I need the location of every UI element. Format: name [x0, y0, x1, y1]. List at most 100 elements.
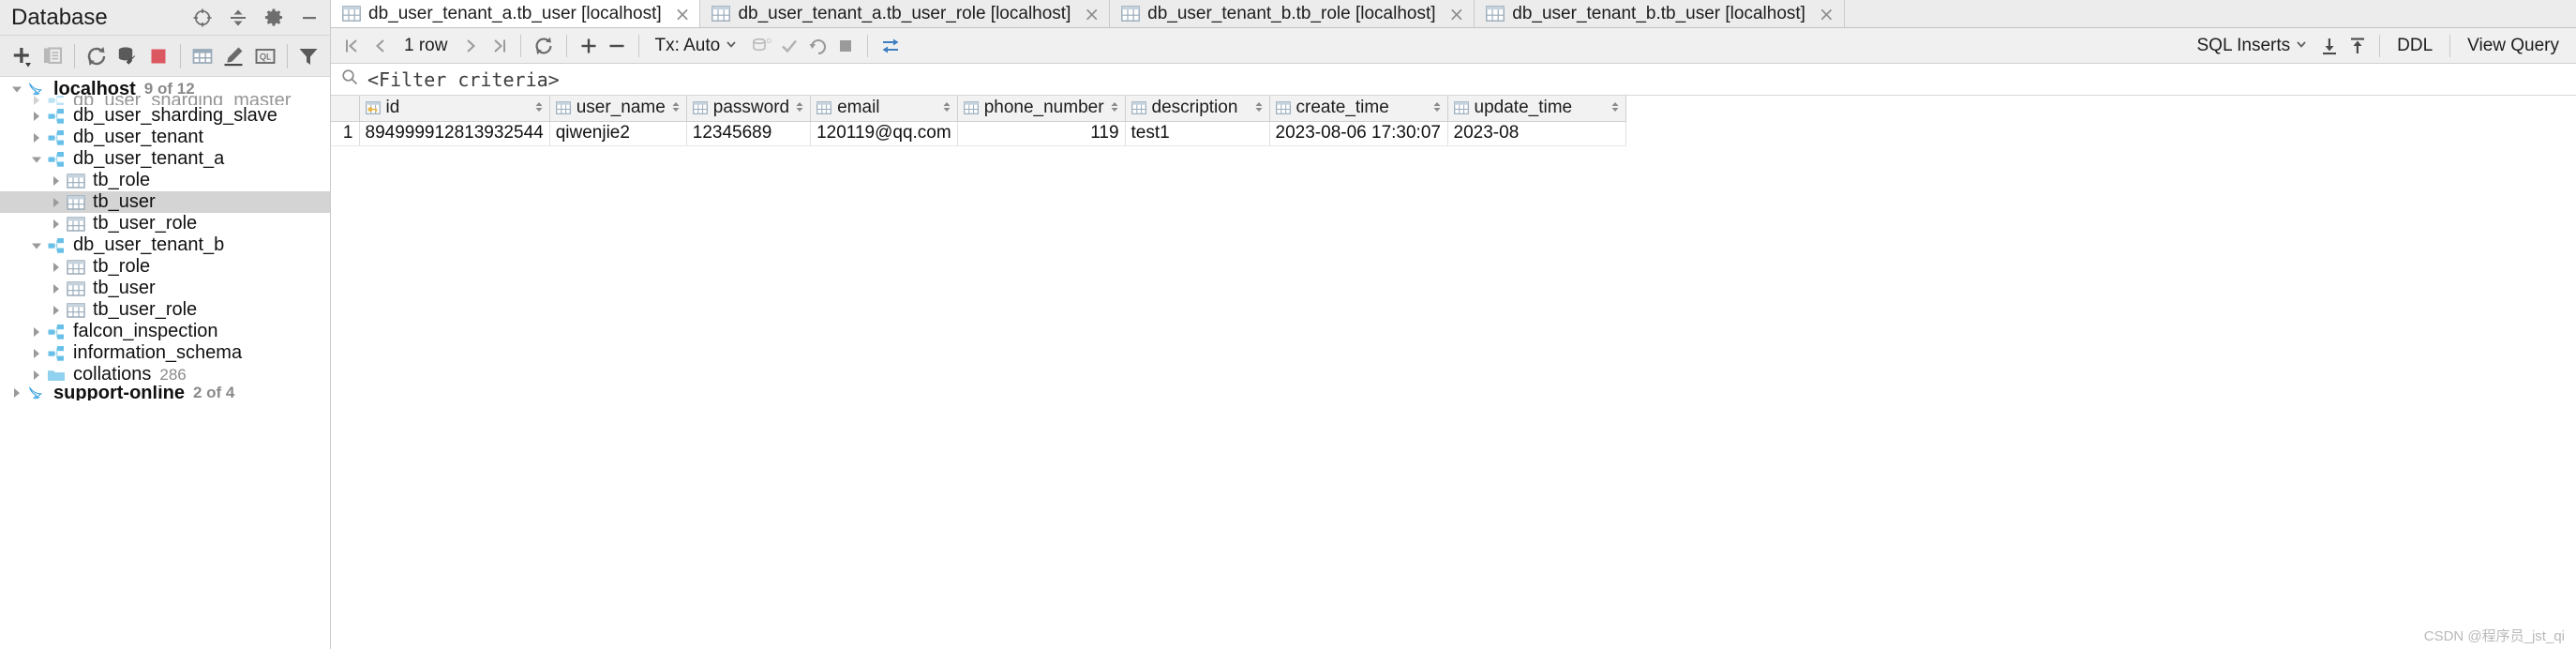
- chevron-right-icon[interactable]: [7, 385, 26, 400]
- chevron-down-icon[interactable]: [27, 236, 46, 255]
- tree-item-db-user-tenant-b[interactable]: db_user_tenant_b: [0, 234, 330, 256]
- table-row[interactable]: 1 894999912813932544 qiwenjie2 12345689 1201…: [331, 121, 1626, 146]
- refresh-icon[interactable]: [81, 40, 112, 72]
- column-header[interactable]: email: [810, 96, 958, 122]
- tree-item-collations[interactable]: collations 286: [0, 364, 330, 385]
- result-grid[interactable]: id user_name password email phone_number desc…: [331, 96, 2576, 649]
- stop-icon[interactable]: [143, 40, 174, 72]
- commit-button[interactable]: [775, 32, 803, 60]
- collapse-all-icon[interactable]: [227, 7, 249, 29]
- tree-item-db-user-sharding-slave[interactable]: db_user_sharding_slave: [0, 105, 330, 127]
- chevron-right-icon[interactable]: [47, 215, 66, 234]
- table-cell[interactable]: 2023-08: [1447, 121, 1626, 146]
- db-badge-icon[interactable]: DB: [745, 32, 775, 60]
- minimize-icon[interactable]: [298, 7, 321, 29]
- column-header[interactable]: id: [359, 96, 550, 122]
- first-page-button[interactable]: [338, 32, 367, 60]
- chevron-right-icon[interactable]: [47, 279, 66, 298]
- tree-item-tb-user-role[interactable]: tb_user_role: [0, 299, 330, 321]
- prev-page-button[interactable]: [367, 32, 395, 60]
- reload-button[interactable]: [529, 32, 559, 60]
- cancel-button[interactable]: [831, 32, 860, 60]
- column-header[interactable]: user_name: [549, 96, 687, 122]
- column-header[interactable]: create_time: [1269, 96, 1448, 122]
- tree-item-db-user-sharding-master[interactable]: db_user_sharding_master: [0, 96, 330, 105]
- transaction-mode-select[interactable]: Tx: Auto: [647, 36, 745, 56]
- next-page-button[interactable]: [457, 32, 485, 60]
- sql-inserts-select[interactable]: SQL Inserts: [2190, 36, 2316, 56]
- chevron-down-icon[interactable]: [27, 150, 46, 169]
- close-icon[interactable]: ×: [1449, 5, 1465, 23]
- sort-toggle-icon[interactable]: [1610, 100, 1620, 115]
- tree-item-falcon-inspection[interactable]: falcon_inspection: [0, 321, 330, 342]
- sort-toggle-icon[interactable]: [671, 100, 681, 115]
- tree-item-tb-user-role[interactable]: tb_user_role: [0, 213, 330, 234]
- sort-toggle-icon[interactable]: [1254, 100, 1264, 115]
- column-header[interactable]: phone_number: [957, 96, 1126, 122]
- sort-toggle-icon[interactable]: [1110, 100, 1119, 115]
- chevron-right-icon[interactable]: [27, 96, 46, 105]
- table-cell[interactable]: qiwenjie2: [549, 121, 687, 146]
- view-query-button[interactable]: View Query: [2458, 36, 2569, 56]
- tree-item-db-user-tenant[interactable]: db_user_tenant: [0, 127, 330, 148]
- chevron-right-icon[interactable]: [27, 107, 46, 126]
- rollback-button[interactable]: [803, 32, 831, 60]
- tree-item-tb-user[interactable]: tb_user: [0, 191, 330, 213]
- add-row-button[interactable]: [575, 32, 603, 60]
- query-console-icon[interactable]: QL: [249, 40, 280, 72]
- table-cell[interactable]: 894999912813932544: [359, 121, 550, 146]
- chevron-right-icon[interactable]: [27, 344, 46, 363]
- filter-bar[interactable]: <Filter criteria>: [331, 64, 2576, 96]
- editor-tab[interactable]: db_user_tenant_a.tb_user [localhost] ×: [331, 0, 701, 27]
- tree-item-tb-role[interactable]: tb_role: [0, 256, 330, 278]
- table-body[interactable]: 1 894999912813932544 qiwenjie2 12345689 1201…: [331, 121, 1626, 146]
- duplicate-icon[interactable]: [37, 40, 67, 72]
- table-icon[interactable]: [187, 40, 217, 72]
- chevron-right-icon[interactable]: [27, 366, 46, 385]
- sort-toggle-icon[interactable]: [534, 100, 544, 115]
- column-header[interactable]: update_time: [1447, 96, 1626, 122]
- last-page-button[interactable]: [485, 32, 513, 60]
- sort-toggle-icon[interactable]: [795, 100, 804, 115]
- modify-pencil-icon[interactable]: [218, 40, 249, 72]
- editor-tab[interactable]: db_user_tenant_b.tb_user [localhost] ×: [1475, 0, 1845, 27]
- tree-item-db-user-tenant-a[interactable]: db_user_tenant_a: [0, 148, 330, 170]
- tree-item-tb-role[interactable]: tb_role: [0, 170, 330, 191]
- table-cell[interactable]: 2023-08-06 17:30:07: [1269, 121, 1448, 146]
- transpose-button[interactable]: [876, 32, 906, 60]
- close-icon[interactable]: ×: [1819, 5, 1835, 23]
- database-tree[interactable]: localhost9 of 12db_user_sharding_masterd…: [0, 77, 330, 649]
- close-icon[interactable]: ×: [675, 5, 691, 23]
- download-button[interactable]: [2315, 32, 2344, 60]
- tree-item-support-online[interactable]: support-online 2 of 4: [0, 385, 330, 400]
- filter-input[interactable]: <Filter criteria>: [367, 68, 560, 91]
- add-plus-icon[interactable]: [6, 40, 37, 72]
- filter-funnel-icon[interactable]: [293, 40, 324, 72]
- db-tools-icon[interactable]: [112, 40, 142, 72]
- column-header[interactable]: description: [1125, 96, 1270, 122]
- sort-toggle-icon[interactable]: [1432, 100, 1442, 115]
- editor-tab[interactable]: db_user_tenant_b.tb_role [localhost] ×: [1110, 0, 1475, 27]
- ddl-button[interactable]: DDL: [2388, 36, 2442, 56]
- delete-row-button[interactable]: [603, 32, 631, 60]
- chevron-right-icon[interactable]: [47, 301, 66, 320]
- chevron-right-icon[interactable]: [27, 128, 46, 147]
- upload-button[interactable]: [2344, 32, 2372, 60]
- gear-icon[interactable]: [262, 7, 285, 29]
- column-header[interactable]: password: [686, 96, 812, 122]
- editor-tabbar[interactable]: db_user_tenant_a.tb_user [localhost] × db_…: [331, 0, 2576, 28]
- locate-crosshair-icon[interactable]: [191, 7, 214, 29]
- table-cell[interactable]: 12345689: [686, 121, 812, 146]
- chevron-right-icon[interactable]: [47, 193, 66, 212]
- table-cell[interactable]: 119: [957, 121, 1126, 146]
- editor-tab[interactable]: db_user_tenant_a.tb_user_role [localhost…: [700, 0, 1111, 27]
- table-cell[interactable]: 120119@qq.com: [810, 121, 958, 146]
- table-cell[interactable]: test1: [1125, 121, 1270, 146]
- chevron-right-icon[interactable]: [47, 258, 66, 277]
- tree-item-tb-user[interactable]: tb_user: [0, 278, 330, 299]
- chevron-right-icon[interactable]: [47, 172, 66, 190]
- chevron-right-icon[interactable]: [27, 323, 46, 341]
- sort-toggle-icon[interactable]: [942, 100, 951, 115]
- close-icon[interactable]: ×: [1084, 5, 1100, 23]
- tree-item-information-schema[interactable]: information_schema: [0, 342, 330, 364]
